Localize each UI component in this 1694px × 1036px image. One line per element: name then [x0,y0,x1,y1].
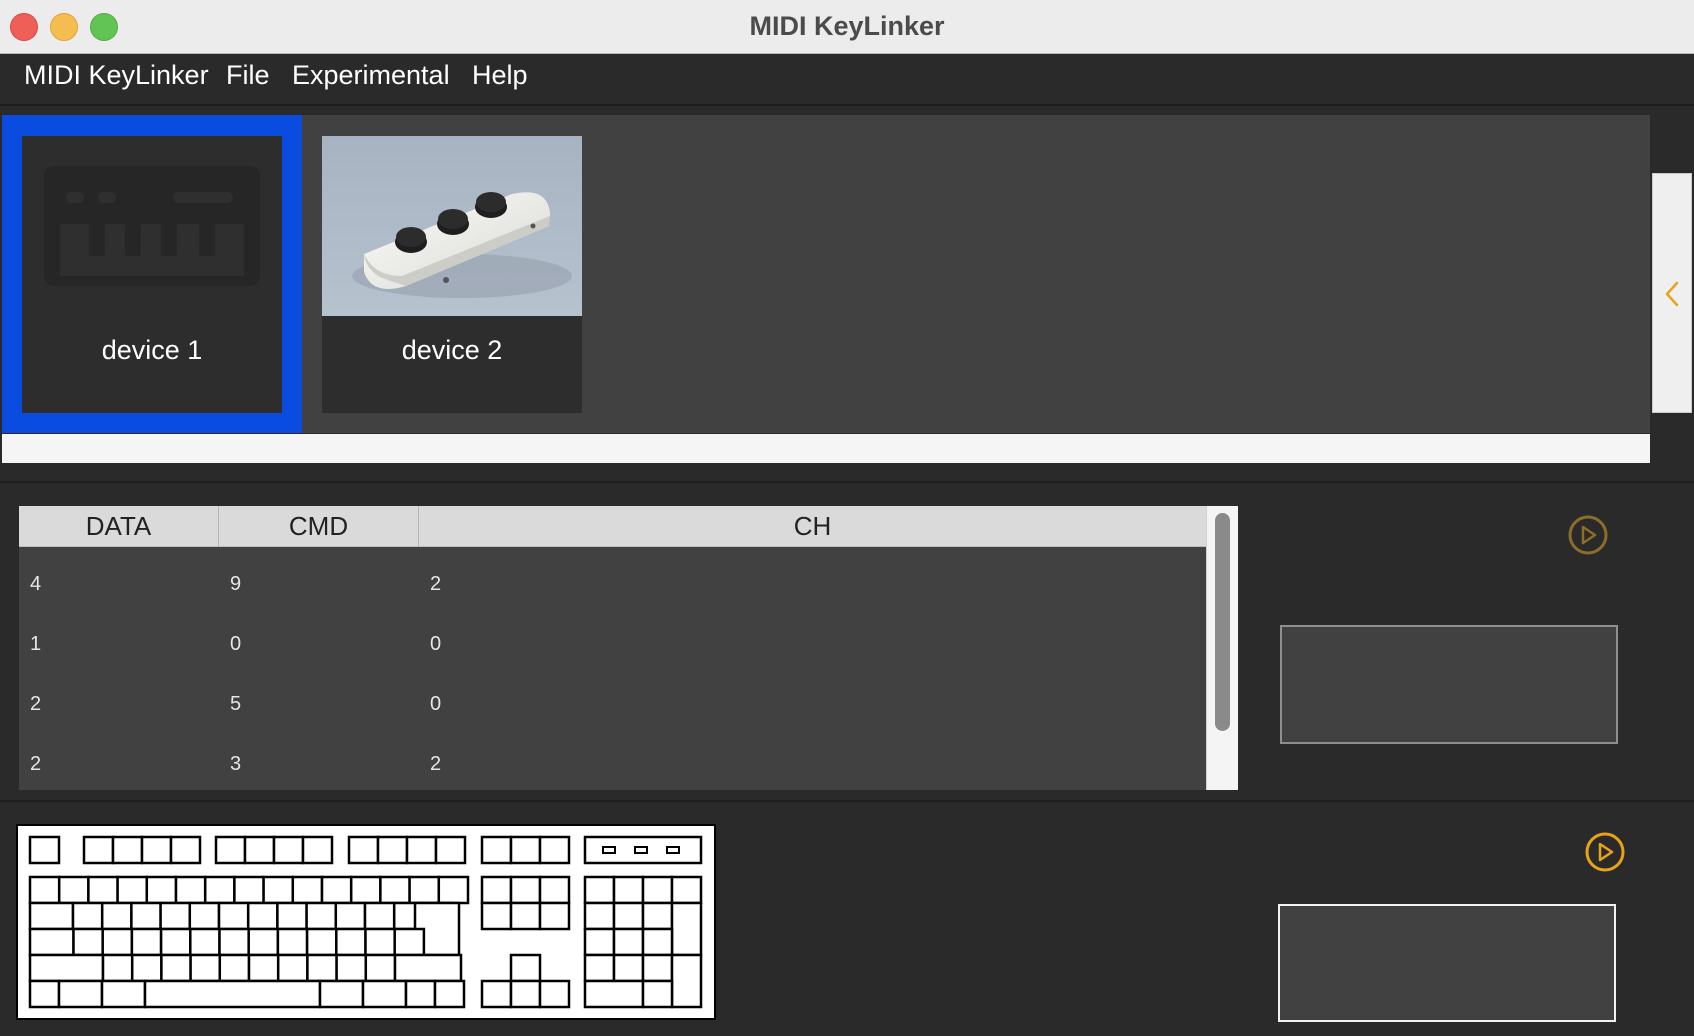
device-card-2[interactable]: device 2 [322,136,582,413]
menu-bar: MIDI KeyLinker File Experimental Help [0,54,1694,106]
table-cell: 2 [430,753,442,775]
table-header: DATA CMD CH [19,506,1206,547]
menu-help[interactable]: Help [472,60,528,91]
table-row[interactable]: 1 0 0 [19,614,1206,674]
menu-experimental[interactable]: Experimental [292,60,450,91]
table-scrollbar-thumb[interactable] [1215,513,1230,731]
table-cell: 2 [30,753,42,775]
table-cell: 5 [230,693,242,715]
column-header-data[interactable]: DATA [19,506,219,546]
menu-app[interactable]: MIDI KeyLinker [24,60,209,91]
table-cell: 2 [30,693,42,715]
table-scrollbar[interactable] [1206,506,1238,790]
device-name: device 1 [101,335,203,365]
chevron-left-icon [1665,281,1679,307]
midi-keyboard-icon [22,136,282,316]
table-cell: 3 [230,753,242,775]
computer-keyboard-layout[interactable] [16,824,716,1020]
table-row[interactable]: 2 3 2 [19,734,1206,794]
device-card-1[interactable]: device 1 [22,136,282,413]
table-cell: 0 [430,633,442,655]
table-cell: 0 [430,693,442,715]
play-button[interactable] [1584,831,1626,878]
table-row[interactable]: 4 9 2 [19,554,1206,614]
menu-file[interactable]: File [226,60,270,91]
midi-message-table: DATA CMD CH 4 9 2 1 0 0 2 5 0 2 3 2 [19,506,1238,790]
play-circle-icon [1568,515,1608,555]
table-cell: 9 [230,573,242,595]
play-button[interactable] [1567,514,1609,561]
device-name: device 2 [401,335,503,365]
table-cell: 1 [30,633,42,655]
play-circle-icon [1585,832,1625,872]
table-cell: 0 [230,633,242,655]
mapping-preview-box [1280,625,1618,744]
divider [0,481,1694,483]
collapse-sidebar-button[interactable] [1652,173,1692,413]
column-header-ch[interactable]: CH [419,506,1206,546]
device-panel-scrollbar[interactable] [2,434,1650,463]
table-cell: 2 [430,573,442,595]
table-row[interactable]: 2 5 0 [19,674,1206,734]
divider [0,800,1694,802]
knob-controller-photo [322,136,582,316]
keyboard-icon [28,835,703,1009]
mapping-preview-box [1278,904,1616,1022]
title-bar: MIDI KeyLinker [0,0,1694,54]
table-cell: 4 [30,573,42,595]
column-header-cmd[interactable]: CMD [219,506,419,546]
device-panel: device 1 device 2 [2,115,1650,433]
window-title: MIDI KeyLinker [749,11,945,41]
